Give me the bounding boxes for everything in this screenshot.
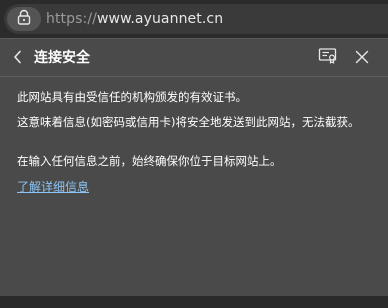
page-background-strip (0, 296, 388, 308)
chevron-left-icon (12, 49, 24, 68)
connection-security-panel: 连接安全 此网站具有由受信任的机构颁发的有效证书。 这意味着信息(如密码或信用卡… (0, 38, 388, 296)
url-text: https://www.ayuannet.cn (46, 10, 223, 28)
url-host: www.ayuannet.cn (96, 11, 224, 27)
lock-icon (17, 9, 31, 29)
verify-site-message: 在输入任何信息之前，始终确保你位于目标网站上。 (17, 154, 282, 168)
valid-certificate-message: 此网站具有由受信任的机构颁发的有效证书。 (17, 90, 247, 104)
secure-transfer-message: 这意味着信息(如密码或信用卡)将安全地发送到此网站，无法截获。 (17, 115, 360, 129)
learn-more-link[interactable]: 了解详细信息 (17, 179, 89, 195)
certificate-icon (318, 47, 338, 69)
url-field[interactable]: https://www.ayuannet.cn (4, 4, 388, 34)
site-info-button[interactable] (7, 7, 41, 31)
url-scheme: https:// (46, 11, 97, 27)
panel-title: 连接安全 (34, 50, 90, 66)
close-icon (355, 49, 369, 68)
view-certificate-button[interactable] (317, 48, 339, 68)
address-bar: https://www.ayuannet.cn (0, 0, 388, 38)
back-button[interactable] (8, 48, 28, 68)
panel-header: 连接安全 (0, 39, 388, 77)
header-divider (0, 76, 388, 77)
close-button[interactable] (352, 48, 372, 68)
